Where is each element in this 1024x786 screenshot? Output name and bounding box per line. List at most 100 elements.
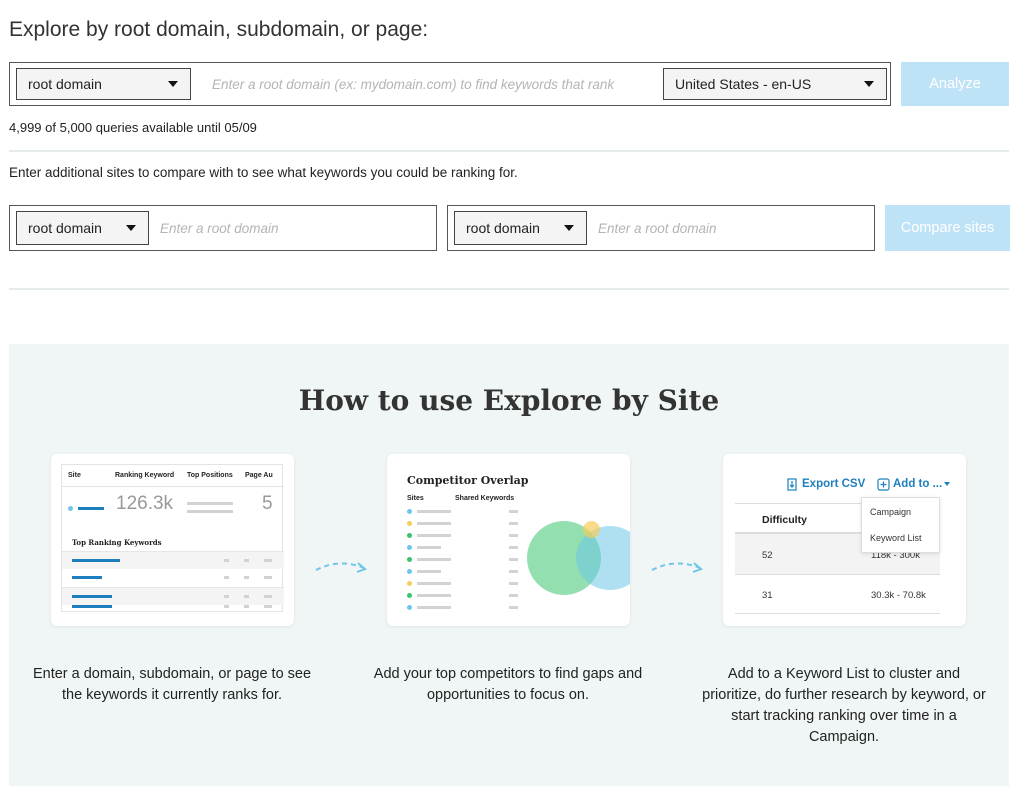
export-icon	[787, 478, 797, 491]
series-dot	[407, 593, 412, 598]
series-dot	[407, 557, 412, 562]
compare-site-1-type-value: root domain	[28, 220, 102, 236]
competitor-overlap-title: Competitor Overlap	[407, 474, 529, 487]
preview-col: Top Positions	[187, 472, 233, 479]
preview-bar	[417, 522, 451, 525]
add-to-menu: Campaign Keyword List	[861, 497, 940, 553]
menu-item-campaign: Campaign	[870, 507, 912, 517]
preview-header: Site Ranking Keyword Top Positions Page …	[62, 465, 284, 487]
preview-bar	[509, 570, 518, 573]
preview-bar	[509, 510, 518, 513]
series-dot	[407, 545, 412, 550]
preview-bar	[264, 595, 272, 598]
how-to-title: How to use Explore by Site	[298, 384, 720, 417]
preview-bar	[509, 594, 518, 597]
preview-bar	[509, 558, 518, 561]
how-to-card-keyword-list: Export CSV Add to ... Difficulty 52 118k…	[723, 454, 966, 626]
compare-site-1-input[interactable]: Enter a root domain	[160, 221, 279, 236]
menu-item-keyword-list: Keyword List	[870, 533, 922, 543]
export-csv-link: Export CSV	[802, 478, 866, 490]
preview-bar	[509, 582, 518, 585]
preview-bar	[244, 605, 249, 608]
preview-bar	[72, 605, 112, 608]
preview-bar	[244, 595, 249, 598]
preview-bar	[244, 559, 249, 562]
add-to-link: Add to ...	[893, 478, 943, 490]
how-to-caption-2: Add your top competitors to find gaps an…	[373, 666, 643, 703]
preview-row	[62, 603, 284, 621]
preview-bar	[417, 510, 451, 513]
preview-bar	[78, 507, 104, 510]
preview-bar	[417, 558, 451, 561]
difficulty-column: Difficulty	[762, 514, 807, 526]
preview-bar	[244, 576, 249, 579]
preview-col: Sites	[407, 495, 424, 502]
preview-col: Ranking Keyword	[115, 472, 175, 479]
preview-bar	[187, 510, 233, 513]
volume-cell: 30.3k - 70.8k	[871, 590, 926, 601]
how-to-card-competitors: Competitor Overlap Sites Shared Keywords	[387, 454, 630, 626]
preview-row	[62, 569, 284, 587]
caret-down-icon	[864, 81, 874, 87]
preview-big-value: 5	[262, 493, 273, 514]
preview-bar	[72, 559, 120, 562]
venn-circle-yellow	[583, 521, 600, 538]
caret-down-icon	[564, 225, 574, 231]
query-quota: 4,999 of 5,000 queries available until 0…	[9, 120, 257, 135]
difficulty-cell: 52	[762, 550, 773, 561]
caret-down-icon	[944, 482, 950, 486]
divider	[9, 150, 1009, 152]
preview-bar	[264, 576, 272, 579]
preview-bar	[417, 570, 441, 573]
preview-big-value: 126.3k	[116, 493, 174, 514]
preview-bar	[187, 502, 233, 505]
compare-sites-button[interactable]: Compare sites	[885, 205, 1010, 251]
locale-select[interactable]: United States - en-US	[663, 68, 887, 100]
preview-bar	[417, 594, 451, 597]
preview-col: Site	[68, 472, 81, 479]
preview-col: Page Au	[245, 472, 273, 479]
keywords-preview: Site Ranking Keyword Top Positions Page …	[61, 464, 284, 612]
how-to-caption-3: Add to a Keyword List to cluster and pri…	[702, 666, 986, 745]
compare-site-2-input[interactable]: Enter a root domain	[598, 221, 717, 236]
dashed-arrow-icon	[651, 562, 703, 573]
preview-bar	[224, 576, 229, 579]
compare-site-1-type-select[interactable]: root domain	[16, 211, 149, 245]
compare-site-2: root domain Enter a root domain	[447, 205, 875, 251]
preview-bar	[72, 595, 112, 598]
compare-site-2-type-value: root domain	[466, 220, 540, 236]
preview-bar	[509, 522, 518, 525]
caret-down-icon	[126, 225, 136, 231]
analyze-button[interactable]: Analyze	[901, 62, 1009, 106]
preview-bar	[72, 576, 102, 579]
series-dot	[68, 506, 73, 511]
how-to-card-keywords: Site Ranking Keyword Top Positions Page …	[51, 454, 294, 626]
how-to-caption-1: Enter a domain, subdomain, or page to se…	[32, 666, 312, 703]
series-dot	[407, 569, 412, 574]
plus-square-icon	[877, 478, 890, 491]
caret-down-icon	[168, 81, 178, 87]
compare-site-2-type-select[interactable]: root domain	[454, 211, 587, 245]
series-dot	[407, 509, 412, 514]
divider	[9, 288, 1009, 290]
preview-bar	[224, 595, 229, 598]
preview-bar	[509, 606, 518, 609]
search-type-value: root domain	[28, 76, 102, 92]
search-type-select[interactable]: root domain	[16, 68, 191, 100]
preview-row	[62, 551, 284, 569]
search-input[interactable]: Enter a root domain (ex: mydomain.com) t…	[212, 77, 614, 92]
dashed-arrow-icon	[315, 562, 367, 573]
preview-bar	[509, 546, 518, 549]
how-to-panel: How to use Explore by Site Site Ranking …	[9, 344, 1009, 786]
preview-bar	[417, 546, 441, 549]
series-dot	[407, 533, 412, 538]
locale-value: United States - en-US	[675, 76, 812, 92]
preview-bar	[509, 534, 518, 537]
series-dot	[407, 581, 412, 586]
search-bar: root domain Enter a root domain (ex: myd…	[9, 62, 891, 106]
preview-bar	[224, 605, 229, 608]
compare-description: Enter additional sites to compare with t…	[9, 165, 518, 180]
preview-bar	[264, 605, 272, 608]
preview-bar	[417, 582, 451, 585]
preview-bar	[264, 559, 272, 562]
